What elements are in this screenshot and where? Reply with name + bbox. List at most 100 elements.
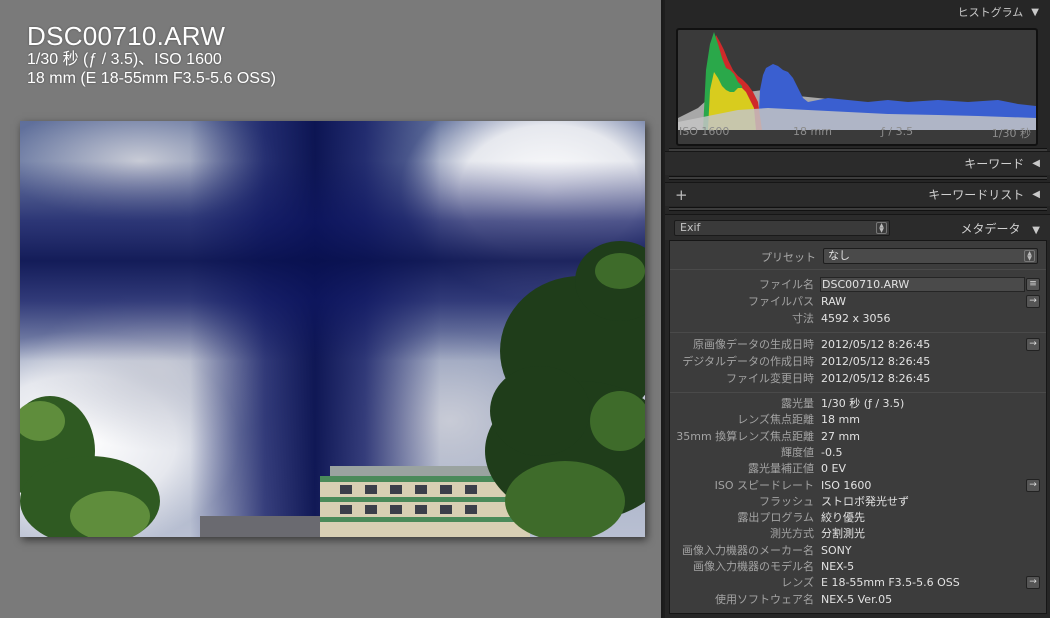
metadata-row: 画像入力機器のメーカー名 SONY [670,543,1046,559]
metadata-label: ISO スピードレート [714,478,814,492]
preset-row: プリセット なし ▲ ▼ [670,245,1046,267]
triangle-down-icon[interactable]: ▼ [1032,225,1040,236]
metadata-value: -0.5 [821,445,843,459]
updown-icon: ▲ ▼ [1024,250,1035,262]
metadata-label: 寸法 [792,312,814,325]
metadata-view-select[interactable]: Exif ▲ ▼ [674,220,890,236]
metadata-row: 画像入力機器のモデル名 NEX-5 [670,559,1046,575]
metadata-row: レンズ焦点距離 18 mm [670,412,1046,428]
info-lens: 18 mm (E 18-55mm F3.5-5.6 OSS) [27,70,276,87]
metadata-row: ファイル変更日時 2012/05/12 8:26:45 [670,371,1046,387]
metadata-value: 4592 x 3056 [821,312,891,325]
info-filename: DSC00710.ARW [27,21,226,51]
histogram-readouts: ISO 1600 18 mm ƒ / 3.5 1/30 秒 [678,125,1036,141]
metadata-value: SONY [821,543,852,557]
metadata-separator [670,332,1046,333]
arrow-right-icon[interactable]: → [1026,478,1040,492]
metadata-row: 35mm 換算レンズ焦点距離 27 mm [670,429,1046,445]
histogram-shutter: 1/30 秒 [991,127,1031,140]
arrow-right-icon[interactable]: → [1026,576,1040,590]
triangle-left-icon[interactable]: ◀ [1032,158,1040,169]
photo-preview[interactable] [20,121,645,537]
histogram-panel: ISO 1600 18 mm ƒ / 3.5 1/30 秒 [676,28,1038,146]
metadata-row: ISO スピードレート ISO 1600 → [670,478,1046,494]
metadata-label: 35mm 換算レンズ焦点距離 [676,429,814,443]
list-icon[interactable]: ≡ [1026,278,1040,291]
metadata-row: 露光量 1/30 秒 (ƒ / 3.5) [670,396,1046,412]
metadata-value: 1/30 秒 (ƒ / 3.5) [821,397,905,410]
histogram-iso: ISO 1600 [679,125,730,138]
preset-value: なし [828,249,850,262]
histogram-aperture: ƒ / 3.5 [881,125,914,138]
metadata-value: 2012/05/12 8:26:45 [821,372,931,385]
metadata-value: ISO 1600 [821,478,872,492]
metadata-value: 分割測光 [821,527,865,541]
arrow-right-icon[interactable]: → [1026,295,1040,308]
info-overlay: DSC00710.ARW 1/30 秒 (ƒ / 3.5)、ISO 1600 1… [27,22,276,88]
metadata-value[interactable]: DSC00710.ARW [820,277,1025,292]
metadata-value: 27 mm [821,429,860,443]
metadata-label: ファイルパス [748,295,814,308]
metadata-row: 露出プログラム 絞り優先 [670,510,1046,526]
metadata-panel: プリセット なし ▲ ▼ ファイル名 DSC00710.ARW ≡ ファイルパス RAW →… [669,240,1047,614]
metadata-row: ファイル名 DSC00710.ARW ≡ [670,277,1046,293]
histogram-graph [678,32,1036,130]
preset-label: プリセット [761,251,816,264]
metadata-value: 2012/05/12 8:26:45 [821,338,931,351]
metadata-row: 測光方式 分割測光 [670,526,1046,542]
updown-icon: ▲ ▼ [876,222,887,234]
metadata-value: E 18-55mm F3.5-5.6 OSS [821,576,960,590]
keywords-title: キーワード [964,157,1025,171]
arrow-right-icon[interactable]: → [1026,338,1040,351]
metadata-row: レンズ E 18-55mm F3.5-5.6 OSS → [670,575,1046,591]
metadata-label: 測光方式 [770,527,814,541]
metadata-label: ファイル名 [759,278,814,291]
histogram-header[interactable]: ヒストグラム ▼ [669,1,1047,23]
metadata-label: レンズ [781,576,814,590]
add-keyword-button[interactable]: + [675,186,688,204]
right-panel: ヒストグラム ▼ ISO 1600 18 mm ƒ / 3.5 1/30 秒 キ… [665,0,1050,618]
metadata-row: 原画像データの生成日時 2012/05/12 8:26:45 → [670,337,1046,353]
metadata-value: 2012/05/12 8:26:45 [821,355,931,368]
metadata-label: 露出プログラム [737,511,814,525]
metadata-label: フラッシュ [759,494,814,508]
metadata-row: デジタルデータの作成日時 2012/05/12 8:26:45 [670,354,1046,370]
metadata-title-group[interactable]: メタデータ ▼ [960,220,1040,237]
keywords-header[interactable]: キーワード ◀ [665,151,1050,175]
metadata-label: 画像入力機器のモデル名 [693,560,814,573]
metadata-value: NEX-5 Ver.05 [821,592,893,606]
metadata-separator [670,269,1046,270]
metadata-label: 使用ソフトウェア名 [715,592,814,606]
metadata-row: フラッシュ ストロボ発光せず [670,494,1046,510]
metadata-label: レンズ焦点距離 [737,413,814,427]
metadata-title: メタデータ [960,222,1021,236]
metadata-value: NEX-5 [821,560,855,573]
triangle-left-icon[interactable]: ◀ [1032,189,1040,200]
histogram-title: ヒストグラム [957,6,1024,19]
metadata-label: 画像入力機器のメーカー名 [682,543,814,557]
panel-divider [669,207,1047,211]
metadata-view-value: Exif [680,221,701,234]
metadata-label: 原画像データの生成日時 [693,338,814,351]
triangle-down-icon[interactable]: ▼ [1031,7,1039,18]
keyword-list-title: キーワードリスト [928,188,1025,202]
histogram-focal-length: 18 mm [793,125,832,138]
metadata-value: 絞り優先 [821,511,865,525]
metadata-label: 露光量補正値 [748,462,814,476]
metadata-row: ファイルパス RAW → [670,294,1046,310]
panel-divider [669,176,1047,180]
metadata-label: デジタルデータの作成日時 [682,355,814,368]
metadata-separator [670,392,1046,393]
metadata-row: 寸法 4592 x 3056 [670,311,1046,327]
metadata-value: 18 mm [821,413,860,427]
metadata-row: 輝度値 -0.5 [670,445,1046,461]
metadata-label: 露光量 [781,397,814,410]
metadata-row: 露光量補正値 0 EV [670,461,1046,477]
keyword-list-header[interactable]: + キーワードリスト ◀ [665,182,1050,206]
preset-select[interactable]: なし ▲ ▼ [823,248,1038,264]
metadata-label: 輝度値 [781,445,814,459]
metadata-value: ストロボ発光せず [821,494,909,508]
info-exposure: 1/30 秒 (ƒ / 3.5)、ISO 1600 [27,51,222,68]
metadata-header: Exif ▲ ▼ メタデータ ▼ [665,214,1050,240]
metadata-value: 0 EV [821,462,846,476]
